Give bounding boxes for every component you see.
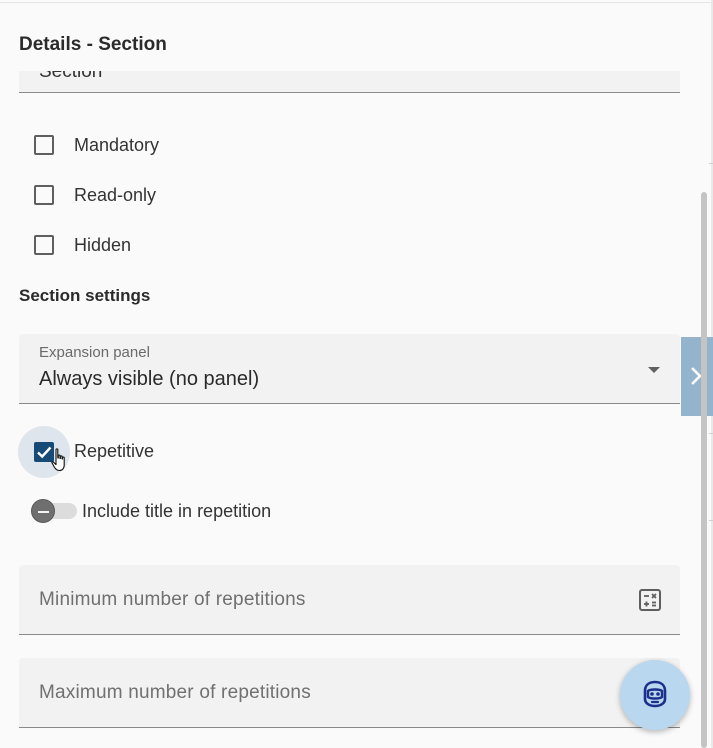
top-border: [0, 2, 713, 3]
assistant-button[interactable]: [620, 660, 690, 730]
min-repetitions-placeholder: Minimum number of repetitions: [39, 589, 306, 610]
hidden-label: Hidden: [74, 235, 132, 255]
hidden-checkbox-row[interactable]: Hidden: [19, 226, 419, 266]
hand-cursor-icon: [51, 448, 65, 472]
max-repetitions-field[interactable]: Maximum number of repetitions: [19, 658, 680, 728]
edge-tick: [709, 163, 713, 164]
expansion-panel-value: Always visible (no panel): [39, 368, 260, 390]
min-repetitions-field[interactable]: Minimum number of repetitions: [19, 565, 680, 635]
include-title-switch[interactable]: [31, 498, 79, 524]
section-name-field[interactable]: Section: [19, 71, 680, 93]
section-settings-heading: Section settings: [19, 286, 151, 305]
hidden-checkbox[interactable]: [34, 235, 54, 255]
edge-tick: [709, 433, 713, 434]
expansion-panel-label: Expansion panel: [39, 344, 150, 361]
robot-assistant-icon: [643, 680, 667, 708]
mandatory-checkbox-row[interactable]: Mandatory: [19, 126, 419, 166]
expansion-panel-select[interactable]: Expansion panel Always visible (no panel…: [19, 334, 680, 404]
scrollbar-thumb[interactable]: [701, 192, 707, 748]
edge-tick: [709, 520, 713, 521]
mandatory-checkbox[interactable]: [34, 135, 54, 155]
calculator-icon: [639, 589, 661, 611]
max-repetitions-placeholder: Maximum number of repetitions: [39, 682, 311, 703]
collapse-panel-button[interactable]: [681, 337, 713, 416]
chevron-down-icon[interactable]: [648, 367, 660, 373]
read-only-label: Read-only: [74, 185, 157, 205]
repetitive-label: Repetitive: [74, 441, 155, 461]
include-title-label: Include title in repetition: [82, 501, 272, 521]
mandatory-label: Mandatory: [74, 135, 160, 155]
section-name-value: Section: [39, 71, 103, 82]
switch-thumb: [31, 499, 55, 523]
details-panel: Details - Section Section Mandatory Read…: [0, 0, 713, 748]
read-only-checkbox[interactable]: [34, 185, 54, 205]
panel-title: Details - Section: [19, 34, 167, 55]
read-only-checkbox-row[interactable]: Read-only: [19, 176, 419, 216]
